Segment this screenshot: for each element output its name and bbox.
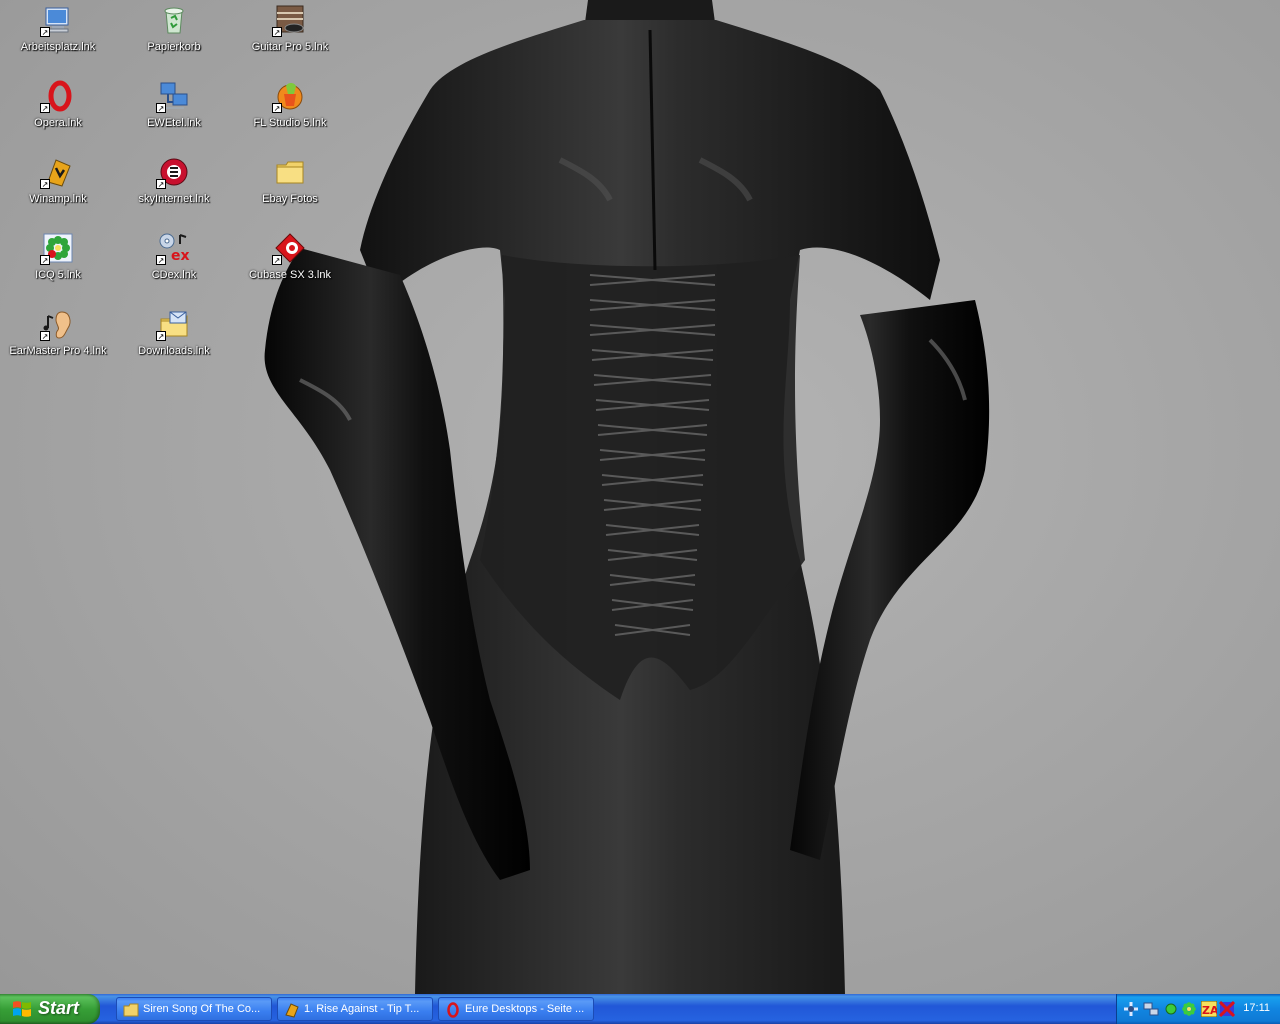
desktop-icon-fl-studio[interactable]: ↗ FL Studio 5.lnk [232,78,348,146]
shortcut-arrow-icon: ↗ [156,103,166,113]
desktop-icon-label: skyInternet.lnk [138,193,210,205]
desktop-icon-winamp[interactable]: ↗ Winamp.lnk [0,154,116,222]
desktop-icon-ewetel[interactable]: ↗ EWEtel.lnk [116,78,232,146]
shortcut-arrow-icon: ↗ [40,255,50,265]
shortcut-arrow-icon: ↗ [40,27,50,37]
desktop-icon-skyinternet[interactable]: ↗ skyInternet.lnk [116,154,232,222]
desktop-icon-label: Arbeitsplatz.lnk [20,41,96,53]
desktop-icon-arbeitsplatz[interactable]: ↗ Arbeitsplatz.lnk [0,2,116,70]
icq-flower-icon[interactable] [1181,1001,1197,1017]
sky-internet-icon: ↗ [156,156,190,189]
desktop-icon-label: Cubase SX 3.lnk [249,269,331,281]
network-icon: ↗ [156,80,190,113]
winamp-icon: ↗ [40,156,74,189]
desktop-icon-label: Downloads.lnk [138,345,210,357]
desktop-icon-label: Papierkorb [147,41,201,53]
desktop-icon-cubase[interactable]: ↗ Cubase SX 3.lnk [232,230,348,298]
zonealarm-icon[interactable]: ZA [1201,1001,1217,1017]
recycle-bin-icon [158,4,190,36]
desktop-icon-label: FL Studio 5.lnk [253,117,327,129]
opera-icon [447,1002,459,1018]
start-label: Start [38,998,80,1018]
clock[interactable]: 17:11 [1243,1002,1270,1014]
taskbar-button-explorer[interactable]: Siren Song Of The Co... [116,997,272,1021]
desktop-icon-guitar-pro[interactable]: ↗ Guitar Pro 5.lnk [232,2,348,70]
taskbar-button-winamp[interactable]: 1. Rise Against - Tip T... [277,997,433,1021]
taskbar: Start Siren Song Of The Co... 1. Rise Ag… [0,994,1280,1024]
desktop-icon-opera[interactable]: ↗ Opera.lnk [0,78,116,146]
green-dot-icon[interactable] [1163,1001,1179,1017]
opera-icon: ↗ [40,80,74,113]
svg-text:ZA: ZA [1202,1004,1217,1017]
desktop-icon-papierkorb[interactable]: Papierkorb [116,2,232,70]
computer-icon: ↗ [40,4,74,37]
windows-logo-icon [13,1001,31,1017]
desktop-icon-label: Winamp.lnk [29,193,87,205]
icq-icon: ↗ [40,232,74,265]
shortcut-arrow-icon: ↗ [40,331,50,341]
network-monitor-icon[interactable] [1143,1001,1159,1017]
shortcut-arrow-icon: ↗ [40,179,50,189]
flag-icon[interactable] [1219,1001,1235,1017]
taskbar-button-opera[interactable]: Eure Desktops - Seite ... [438,997,594,1021]
earmaster-icon: ↗ [40,308,74,341]
desktop-icon-earmaster[interactable]: ↗ EarMaster Pro 4.lnk [0,306,116,374]
system-tray: ZA 17:11 [1116,994,1280,1024]
folder-icon [274,156,306,188]
desktop-icon-label: ICQ 5.lnk [35,269,81,281]
desktop-icon-label: EWEtel.lnk [147,117,201,129]
plus-icon[interactable] [1123,1001,1139,1017]
desktop: ↗ Arbeitsplatz.lnk Papierkorb ↗ Guitar P… [0,0,1280,994]
start-button[interactable]: Start [0,994,100,1024]
shortcut-arrow-icon: ↗ [272,255,282,265]
shortcut-arrow-icon: ↗ [156,255,166,265]
taskbar-button-label: Eure Desktops - Seite ... [465,1003,585,1015]
cubase-icon: ↗ [272,232,306,265]
shortcut-arrow-icon: ↗ [272,27,282,37]
desktop-icon-label: CDex.lnk [151,269,197,281]
shortcut-arrow-icon: ↗ [272,103,282,113]
guitar-pro-icon: ↗ [272,4,306,37]
shortcut-arrow-icon: ↗ [40,103,50,113]
winamp-icon [285,1003,299,1018]
desktop-icon-ebay-fotos[interactable]: Ebay Fotos [232,154,348,222]
svg-text:ex: ex [171,248,190,264]
desktop-icon-label: EarMaster Pro 4.lnk [9,345,107,357]
shortcut-arrow-icon: ↗ [156,331,166,341]
taskbar-button-label: Siren Song Of The Co... [143,1003,261,1015]
fl-studio-icon: ↗ [272,80,306,113]
downloads-folder-icon: ↗ [156,308,190,341]
desktop-icon-label: Ebay Fotos [262,193,318,205]
desktop-icon-label: Guitar Pro 5.lnk [251,41,329,53]
desktop-icon-label: Opera.lnk [34,117,82,129]
wallpaper-figure [264,0,990,994]
desktop-icon-icq[interactable]: ↗ ICQ 5.lnk [0,230,116,298]
desktop-icon-downloads[interactable]: ↗ Downloads.lnk [116,306,232,374]
folder-icon [123,1003,139,1017]
shortcut-arrow-icon: ↗ [156,179,166,189]
cdex-icon: ex ↗ [156,232,190,265]
desktop-icon-cdex[interactable]: ex ↗ CDex.lnk [116,230,232,298]
taskbar-button-label: 1. Rise Against - Tip T... [304,1003,420,1015]
